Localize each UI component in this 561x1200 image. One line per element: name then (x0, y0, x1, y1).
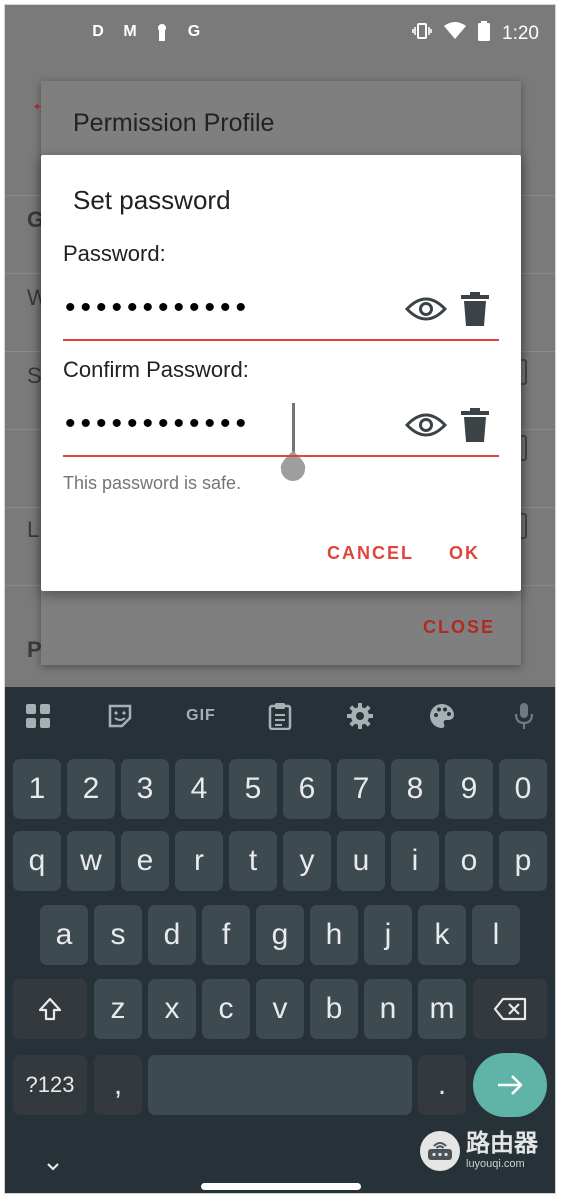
password-input[interactable]: •••••••••••• (65, 293, 251, 323)
microphone-icon[interactable] (509, 701, 539, 731)
ok-button[interactable]: OK (449, 543, 480, 564)
key-6[interactable]: 6 (283, 759, 331, 819)
key-s[interactable]: s (94, 905, 142, 965)
home-gesture-pill[interactable] (201, 1183, 361, 1190)
key-i[interactable]: i (391, 831, 439, 891)
row-letter: S (27, 363, 42, 388)
enter-key[interactable] (473, 1053, 547, 1117)
d-app-icon: D (92, 23, 104, 40)
key-e[interactable]: e (121, 831, 169, 891)
key-n[interactable]: n (364, 979, 412, 1039)
symbols-key[interactable]: ?123 (13, 1055, 87, 1115)
gmail-icon: M (123, 23, 137, 40)
clear-confirm-password-trash-icon[interactable] (461, 408, 489, 442)
backspace-key[interactable] (473, 979, 547, 1039)
watermark: 路由器 luyouqi.com (420, 1123, 555, 1179)
under-dialog-title: Permission Profile (73, 109, 275, 137)
key-5[interactable]: 5 (229, 759, 277, 819)
key-c[interactable]: c (202, 979, 250, 1039)
password-underline (63, 339, 499, 341)
key-7[interactable]: 7 (337, 759, 385, 819)
period-key[interactable]: . (418, 1055, 466, 1115)
key-p[interactable]: p (499, 831, 547, 891)
vibrate-icon (412, 22, 432, 46)
key-x[interactable]: x (148, 979, 196, 1039)
show-confirm-password-eye-icon[interactable] (405, 411, 447, 439)
backspace-icon (493, 997, 527, 1021)
confirm-password-label: Confirm Password: (63, 357, 249, 382)
key-b[interactable]: b (310, 979, 358, 1039)
keyboard-toolbar: GIF (5, 687, 555, 745)
key-3[interactable]: 3 (121, 759, 169, 819)
battery-icon (478, 21, 491, 47)
settings-icon[interactable] (345, 701, 375, 731)
key-m[interactable]: m (418, 979, 466, 1039)
key-q[interactable]: q (13, 831, 61, 891)
key-8[interactable]: 8 (391, 759, 439, 819)
keyhole-icon (153, 23, 171, 41)
key-j[interactable]: j (364, 905, 412, 965)
key-9[interactable]: 9 (445, 759, 493, 819)
notification-icons: D M G (89, 23, 203, 41)
key-v[interactable]: v (256, 979, 304, 1039)
soft-keyboard: GIF 1 2 3 4 5 6 7 8 9 0 q w e r t y u i … (5, 687, 555, 1193)
key-l[interactable]: l (472, 905, 520, 965)
password-strength-hint: This password is safe. (63, 473, 242, 493)
shift-icon (38, 997, 62, 1021)
key-4[interactable]: 4 (175, 759, 223, 819)
clock: 1:20 (502, 23, 539, 44)
text-cursor-handle[interactable] (279, 403, 307, 481)
sticker-icon[interactable] (105, 701, 135, 731)
key-1[interactable]: 1 (13, 759, 61, 819)
system-icons: 1:20 (412, 21, 539, 47)
confirm-password-input[interactable]: •••••••••••• (65, 409, 251, 439)
key-k[interactable]: k (418, 905, 466, 965)
watermark-url: luyouqi.com (466, 1158, 525, 1170)
hide-keyboard-chevron-down-icon[interactable] (45, 1159, 61, 1175)
key-y[interactable]: y (283, 831, 331, 891)
gif-icon[interactable]: GIF (181, 701, 221, 731)
dialog-title: Set password (73, 185, 231, 215)
show-password-eye-icon[interactable] (405, 295, 447, 323)
palette-icon[interactable] (427, 701, 457, 731)
key-o[interactable]: o (445, 831, 493, 891)
key-2[interactable]: 2 (67, 759, 115, 819)
phone-screen: D M G 1:20 ← G W S L (4, 4, 556, 1194)
key-u[interactable]: u (337, 831, 385, 891)
close-button[interactable]: CLOSE (423, 617, 495, 638)
key-d[interactable]: d (148, 905, 196, 965)
cancel-button[interactable]: CANCEL (327, 543, 414, 564)
google-icon: G (187, 23, 201, 40)
arrow-right-icon (498, 1075, 523, 1095)
watermark-text: 路由器 (466, 1130, 538, 1157)
key-h[interactable]: h (310, 905, 358, 965)
password-label: Password: (63, 241, 166, 266)
row-letter: P (27, 637, 42, 662)
router-logo-icon (420, 1131, 460, 1171)
set-password-dialog: Set password Password: •••••••••••• Conf… (41, 155, 521, 591)
row-letter: L (27, 517, 40, 542)
status-bar: D M G 1:20 (5, 5, 555, 65)
confirm-password-underline (63, 455, 499, 457)
key-a[interactable]: a (40, 905, 88, 965)
clear-password-trash-icon[interactable] (461, 292, 489, 326)
shift-key[interactable] (13, 979, 87, 1039)
key-r[interactable]: r (175, 831, 223, 891)
key-t[interactable]: t (229, 831, 277, 891)
key-w[interactable]: w (67, 831, 115, 891)
clipboard-icon[interactable] (265, 701, 295, 731)
key-f[interactable]: f (202, 905, 250, 965)
wifi-icon (444, 22, 467, 46)
space-key[interactable] (148, 1055, 412, 1115)
key-z[interactable]: z (94, 979, 142, 1039)
key-0[interactable]: 0 (499, 759, 547, 819)
apps-grid-icon[interactable] (23, 701, 53, 731)
key-g[interactable]: g (256, 905, 304, 965)
comma-key[interactable]: , (94, 1055, 142, 1115)
